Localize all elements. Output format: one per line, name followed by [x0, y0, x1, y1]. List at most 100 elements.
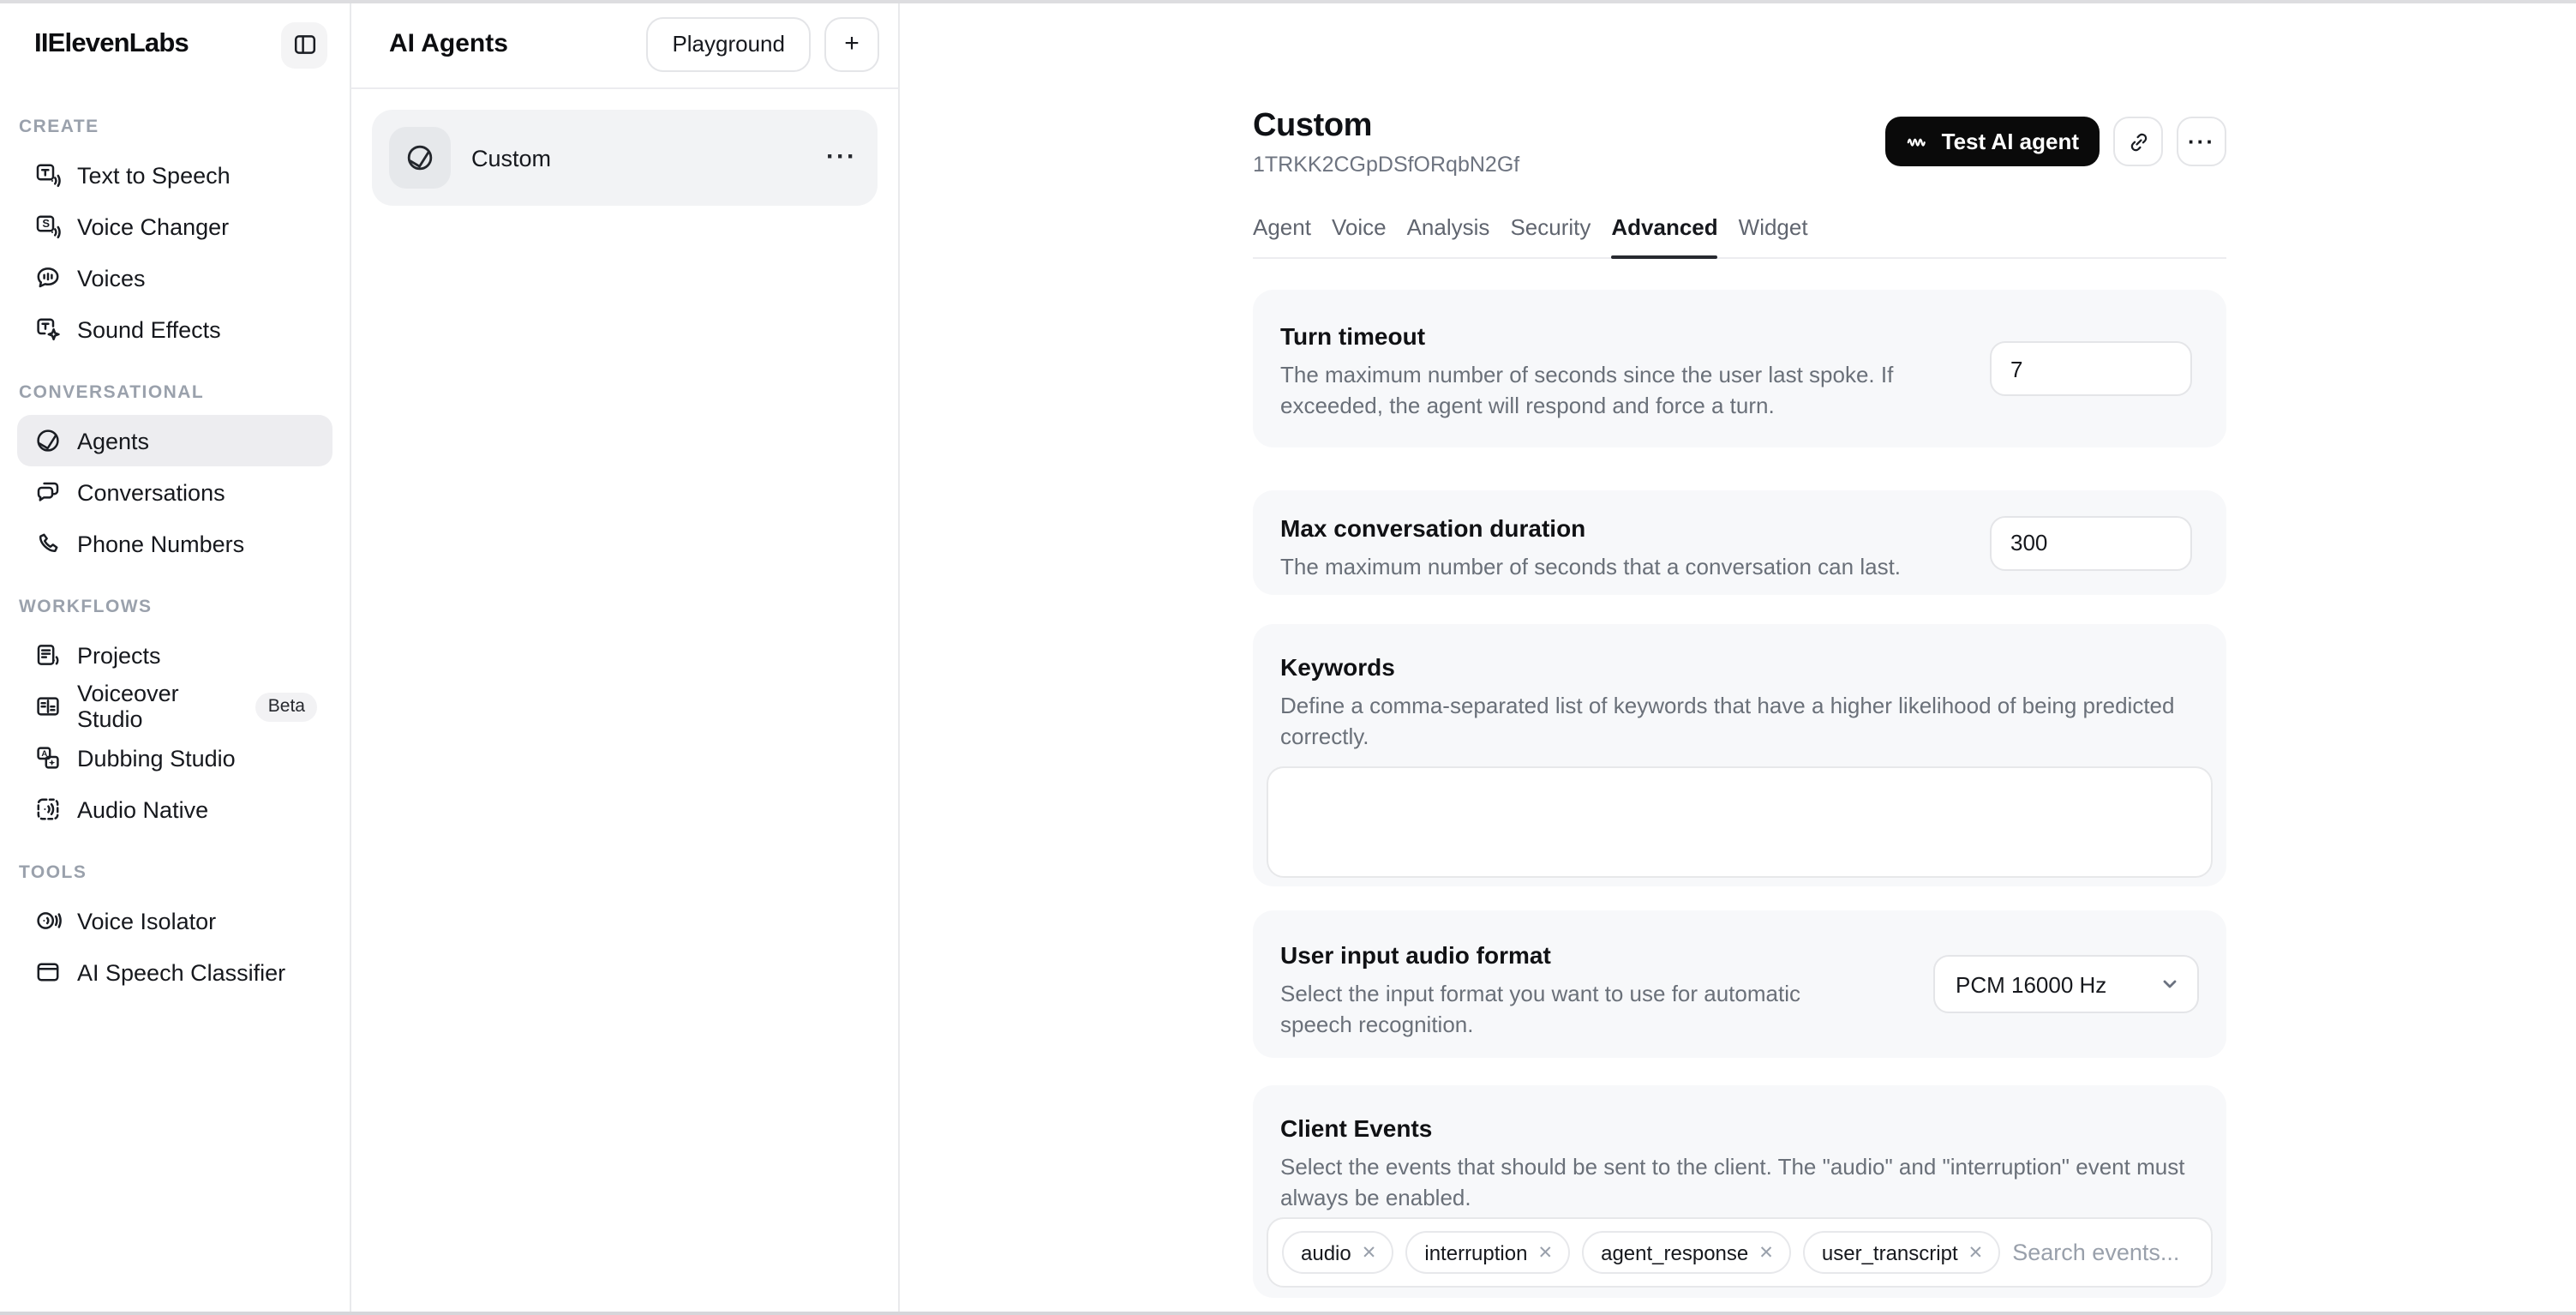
remove-tag-icon[interactable]: ✕ [1537, 1242, 1553, 1263]
svg-text:S: S [41, 217, 49, 230]
tab-agent[interactable]: Agent [1253, 214, 1311, 257]
agents-panel-title: AI Agents [389, 29, 508, 58]
agent-avatar [389, 127, 451, 189]
card-description: Select the input format you want to use … [1280, 979, 1863, 1039]
sidebar-item-sound-effects[interactable]: Sound Effects [17, 303, 332, 355]
beta-badge: Beta [256, 692, 317, 721]
agent-settings-content: Custom 1TRKK2CGpDSfORqbN2Gf Test AI agen… [1253, 0, 2226, 1315]
card-description: Define a comma-separated list of keyword… [1280, 691, 2189, 751]
copy-link-button[interactable] [2113, 117, 2163, 166]
turn-timeout-card: Turn timeout The maximum number of secon… [1253, 290, 2226, 447]
keywords-textarea[interactable] [1267, 766, 2213, 878]
section-label-workflows: WORKFLOWS [17, 597, 332, 617]
agent-header-buttons: Test AI agent ··· [1885, 117, 2226, 166]
agent-id: 1TRKK2CGpDSfORqbN2Gf [1253, 153, 1519, 177]
agent-title-block: Custom 1TRKK2CGpDSfORqbN2Gf [1253, 106, 1519, 177]
window-bottom-edge [0, 1312, 2576, 1315]
event-tag-audio: audio ✕ [1282, 1231, 1393, 1274]
sidebar-item-label: Audio Native [77, 796, 208, 822]
event-tag-user-transcript: user_transcript ✕ [1803, 1231, 2000, 1274]
sidebar-item-voices[interactable]: Voices [17, 252, 332, 303]
test-ai-agent-button[interactable]: Test AI agent [1885, 117, 2100, 166]
sidebar-logo-row: IIElevenLabs [0, 0, 350, 89]
tab-analysis[interactable]: Analysis [1407, 214, 1490, 257]
remove-tag-icon[interactable]: ✕ [1758, 1242, 1774, 1263]
sidebar: IIElevenLabs CREATE Text to Speech S Voi… [0, 0, 351, 1315]
client-events-input-bar[interactable]: audio ✕ interruption ✕ agent_response ✕ … [1267, 1217, 2213, 1288]
sidebar-item-voice-isolator[interactable]: Voice Isolator [17, 895, 332, 946]
app-window: IIElevenLabs CREATE Text to Speech S Voi… [0, 0, 2576, 1315]
agents-list-panel: AI Agents Playground + Custom ··· [351, 0, 900, 1315]
sidebar-item-label: AI Speech Classifier [77, 959, 285, 985]
max-duration-input[interactable] [1990, 515, 2192, 570]
card-description: Select the events that should be sent to… [1280, 1152, 2199, 1212]
sidebar-nav: CREATE Text to Speech S Voice Changer Vo… [0, 117, 350, 998]
tab-advanced[interactable]: Advanced [1611, 214, 1717, 257]
chevron-down-icon [2160, 974, 2180, 994]
sidebar-item-projects[interactable]: Projects [17, 629, 332, 681]
ai-speech-classifier-icon [33, 958, 62, 987]
sidebar-collapse-button[interactable] [281, 21, 327, 68]
dubbing-studio-icon: A [33, 743, 62, 772]
agents-panel-actions: Playground + [646, 16, 879, 71]
event-tag-label: interruption [1424, 1240, 1527, 1264]
voice-isolator-icon [33, 906, 62, 935]
sidebar-item-voiceover-studio[interactable]: Voiceover Studio Beta [17, 681, 332, 732]
event-tag-agent-response: agent_response ✕ [1582, 1231, 1791, 1274]
sidebar-item-label: Voices [77, 265, 146, 291]
tab-security[interactable]: Security [1510, 214, 1591, 257]
search-events-input[interactable] [2012, 1240, 2194, 1265]
sidebar-item-text-to-speech[interactable]: Text to Speech [17, 149, 332, 201]
card-title: Client Events [1280, 1111, 2199, 1145]
card-description: The maximum number of seconds since the … [1280, 360, 1969, 420]
section-label-create: CREATE [17, 117, 332, 137]
link-icon [2126, 129, 2150, 153]
agent-header: Custom 1TRKK2CGpDSfORqbN2Gf Test AI agen… [1253, 0, 2226, 177]
audio-format-selected-value: PCM 16000 Hz [1956, 971, 2106, 997]
event-tag-label: agent_response [1601, 1240, 1748, 1264]
tab-widget[interactable]: Widget [1739, 214, 1808, 257]
remove-tag-icon[interactable]: ✕ [1968, 1242, 1984, 1263]
agent-item-more-button[interactable]: ··· [826, 149, 857, 166]
event-tag-label: audio [1301, 1240, 1351, 1264]
sidebar-item-label: Text to Speech [77, 162, 231, 188]
sidebar-item-label: Voice Isolator [77, 908, 216, 934]
conversations-icon [33, 477, 62, 507]
remove-tag-icon[interactable]: ✕ [1362, 1242, 1377, 1263]
test-ai-agent-label: Test AI agent [1942, 129, 2079, 154]
agent-list-item-custom[interactable]: Custom ··· [372, 110, 878, 206]
playground-button[interactable]: Playground [646, 16, 811, 71]
waveform-icon [1906, 129, 1930, 153]
turn-timeout-input[interactable] [1990, 341, 2192, 396]
sidebar-item-label: Conversations [77, 479, 225, 505]
window-top-edge [0, 0, 2576, 3]
more-horizontal-icon: ··· [2188, 135, 2215, 148]
add-agent-button[interactable]: + [824, 16, 879, 71]
section-label-tools: TOOLS [17, 862, 332, 883]
audio-format-select[interactable]: PCM 16000 Hz [1933, 955, 2199, 1013]
page-title: Custom [1253, 106, 1519, 146]
agent-circle-icon [404, 142, 435, 173]
sidebar-item-label: Dubbing Studio [77, 745, 236, 771]
phone-icon [33, 529, 62, 558]
sidebar-item-dubbing-studio[interactable]: A Dubbing Studio [17, 732, 332, 784]
agents-panel-header: AI Agents Playground + [351, 0, 898, 89]
sidebar-item-voice-changer[interactable]: S Voice Changer [17, 201, 332, 252]
card-title: Keywords [1280, 650, 2199, 684]
event-tag-interruption: interruption ✕ [1405, 1231, 1570, 1274]
more-options-button[interactable]: ··· [2177, 117, 2226, 166]
sidebar-item-conversations[interactable]: Conversations [17, 466, 332, 518]
sidebar-item-phone-numbers[interactable]: Phone Numbers [17, 518, 332, 569]
sidebar-item-label: Phone Numbers [77, 531, 244, 556]
sidebar-item-audio-native[interactable]: Audio Native [17, 784, 332, 835]
sidebar-item-ai-speech-classifier[interactable]: AI Speech Classifier [17, 946, 332, 998]
audio-native-icon [33, 795, 62, 824]
agent-list: Custom ··· [351, 89, 898, 226]
sidebar-item-label: Agents [77, 428, 149, 453]
sidebar-item-agents[interactable]: Agents [17, 415, 332, 466]
agents-icon [33, 426, 62, 455]
client-events-card: Client Events Select the events that sho… [1253, 1085, 2226, 1298]
keywords-card: Keywords Define a comma-separated list o… [1253, 624, 2226, 886]
elevenlabs-logo[interactable]: IIElevenLabs [34, 29, 189, 60]
tab-voice[interactable]: Voice [1332, 214, 1387, 257]
